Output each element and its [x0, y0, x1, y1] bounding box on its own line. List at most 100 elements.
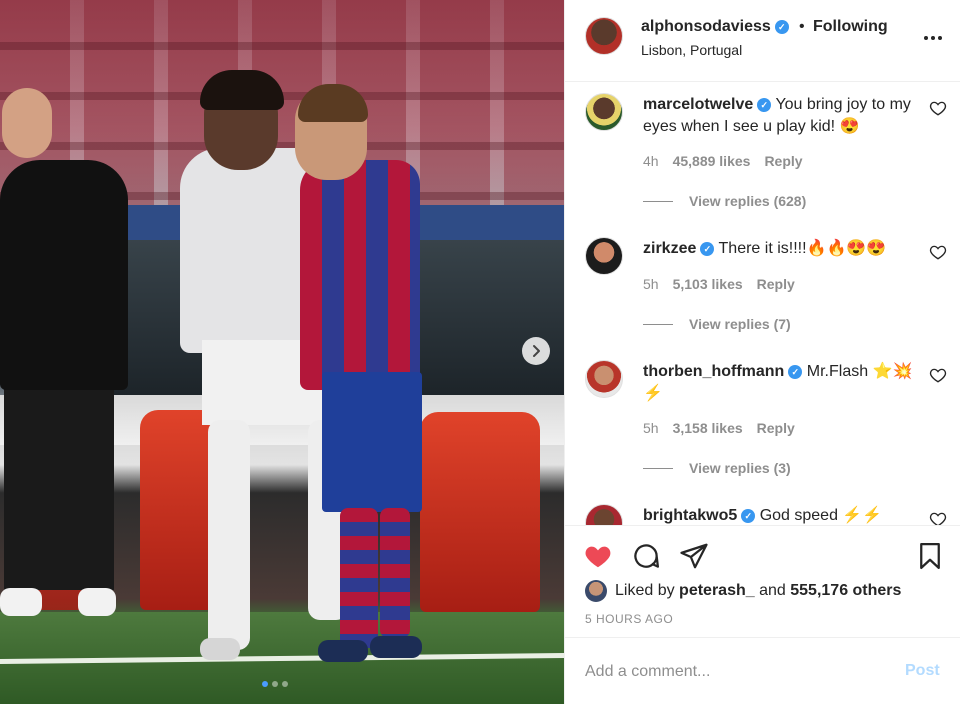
commenter-avatar[interactable]: [585, 360, 623, 398]
commenter-avatar[interactable]: [585, 504, 623, 525]
comment-input[interactable]: [585, 660, 885, 684]
comment-body: There it is!!!!🔥🔥😍😍: [718, 240, 887, 257]
bench-seat: [420, 412, 540, 612]
comment-text: thorben_hoffmann ✓ Mr.Flash ⭐️💥⚡️: [643, 361, 923, 405]
view-replies-line: [643, 200, 673, 202]
view-replies-label[interactable]: View replies (7): [689, 316, 791, 332]
comment-reply-button[interactable]: Reply: [764, 153, 802, 169]
post-actions: Liked by peterash_ and 555,176 others 5 …: [565, 525, 960, 638]
save-button[interactable]: [915, 541, 945, 571]
paper-plane-icon: [680, 543, 708, 569]
post-timestamp[interactable]: 5 HOURS AGO: [585, 612, 673, 626]
comment-body: God speed ⚡️⚡️: [759, 507, 883, 524]
commenter-username[interactable]: zirkzee: [643, 240, 696, 257]
author-username-text[interactable]: alphonsodaviess: [641, 18, 771, 35]
comment-age: 5h: [643, 420, 659, 436]
carousel-dot: [282, 681, 288, 687]
view-replies-button[interactable]: View replies (3): [643, 460, 791, 476]
liked-by-text: Liked by peterash_ and 555,176 others: [615, 582, 901, 600]
bookmark-icon: [920, 543, 940, 569]
comment-likes[interactable]: 45,889 likes: [673, 153, 751, 169]
carousel-dot: [272, 681, 278, 687]
player-striped-sock: [380, 508, 410, 638]
view-replies-line: [643, 467, 673, 469]
player-white-hair: [200, 70, 284, 110]
comment-age: 5h: [643, 276, 659, 292]
commenter-username[interactable]: brightakwo5: [643, 507, 737, 524]
comment-like-button[interactable]: [929, 99, 949, 119]
comment-like-button[interactable]: [929, 510, 949, 525]
liked-by-prefix: Liked by: [615, 582, 675, 599]
like-button[interactable]: [583, 541, 613, 571]
carousel-indicator: [262, 681, 288, 687]
post-photo[interactable]: [0, 0, 564, 704]
comment-reply-button[interactable]: Reply: [757, 420, 795, 436]
view-replies-button[interactable]: View replies (7): [643, 316, 791, 332]
heart-outline-icon: [929, 245, 947, 260]
player-boot: [370, 636, 422, 658]
player-boot: [318, 640, 368, 662]
comment-likes[interactable]: 5,103 likes: [673, 276, 743, 292]
comments-list[interactable]: marcelotwelve ✓ You bring joy to my eyes …: [565, 83, 960, 525]
comment-meta: 5h 5,103 likes Reply: [643, 276, 795, 292]
verified-badge-icon: ✓: [757, 98, 772, 112]
commenter-avatar[interactable]: [585, 93, 623, 131]
view-replies-line: [643, 323, 673, 325]
liked-by-others[interactable]: 555,176 others: [790, 582, 901, 599]
player-white-leg: [208, 420, 250, 650]
comment-button[interactable]: [631, 541, 661, 571]
view-replies-button[interactable]: View replies (628): [643, 193, 806, 209]
following-button[interactable]: Following: [813, 18, 888, 36]
verified-badge-icon: ✓: [700, 242, 715, 256]
comment-likes[interactable]: 3,158 likes: [673, 420, 743, 436]
chevron-right-icon: [533, 345, 540, 357]
comment-meta: 5h 3,158 likes Reply: [643, 420, 795, 436]
comment-text: brightakwo5 ✓ God speed ⚡️⚡️: [643, 505, 923, 525]
coach-head: [2, 88, 52, 158]
post-comment-button[interactable]: Post: [905, 662, 940, 680]
verified-badge-icon: ✓: [741, 509, 756, 523]
comment-bubble-icon: [634, 544, 659, 568]
add-comment-bar: Post: [565, 640, 960, 704]
header-separator: •: [799, 18, 805, 35]
commenter-username[interactable]: marcelotwelve: [643, 96, 753, 113]
coach-body: [0, 160, 128, 390]
player-striped-sock: [340, 508, 378, 648]
coach-legs: [4, 380, 114, 590]
player-striped-shirt: [300, 160, 420, 390]
post-side-panel: alphonsodaviess ✓ • Following Lisbon, Por…: [564, 0, 960, 704]
more-options-button[interactable]: [921, 26, 945, 50]
comment-text: marcelotwelve ✓ You bring joy to my eyes …: [643, 94, 923, 138]
player-boot: [200, 638, 240, 660]
verified-badge-icon: ✓: [774, 20, 789, 34]
heart-outline-icon: [929, 512, 947, 525]
heart-outline-icon: [929, 101, 947, 116]
comment-meta: 4h 45,889 likes Reply: [643, 153, 803, 169]
post-location[interactable]: Lisbon, Portugal: [641, 42, 742, 58]
liked-by: Liked by peterash_ and 555,176 others: [585, 580, 901, 602]
commenter-username[interactable]: thorben_hoffmann: [643, 363, 784, 380]
post-header: alphonsodaviess ✓ • Following Lisbon, Por…: [565, 0, 960, 82]
coach-shoe: [0, 588, 42, 616]
commenter-avatar[interactable]: [585, 237, 623, 275]
comment-like-button[interactable]: [929, 243, 949, 263]
author-avatar[interactable]: [585, 17, 623, 55]
view-replies-label[interactable]: View replies (3): [689, 460, 791, 476]
comment-age: 4h: [643, 153, 659, 169]
heart-outline-icon: [929, 368, 947, 383]
share-button[interactable]: [679, 541, 709, 571]
player-striped-shorts: [322, 372, 422, 512]
liked-by-avatar[interactable]: [585, 580, 607, 602]
more-horizontal-icon: [924, 36, 942, 40]
author-username[interactable]: alphonsodaviess ✓: [641, 18, 789, 36]
comment-text: zirkzee ✓ There it is!!!!🔥🔥😍😍: [643, 238, 923, 260]
liked-by-username[interactable]: peterash_: [679, 582, 755, 599]
heart-filled-icon: [585, 546, 611, 568]
view-replies-label[interactable]: View replies (628): [689, 193, 806, 209]
comment-reply-button[interactable]: Reply: [757, 276, 795, 292]
liked-by-conjunction: and: [759, 582, 786, 599]
carousel-next-button[interactable]: [522, 337, 550, 365]
verified-badge-icon: ✓: [788, 365, 803, 379]
comment-like-button[interactable]: [929, 366, 949, 386]
carousel-dot: [262, 681, 268, 687]
